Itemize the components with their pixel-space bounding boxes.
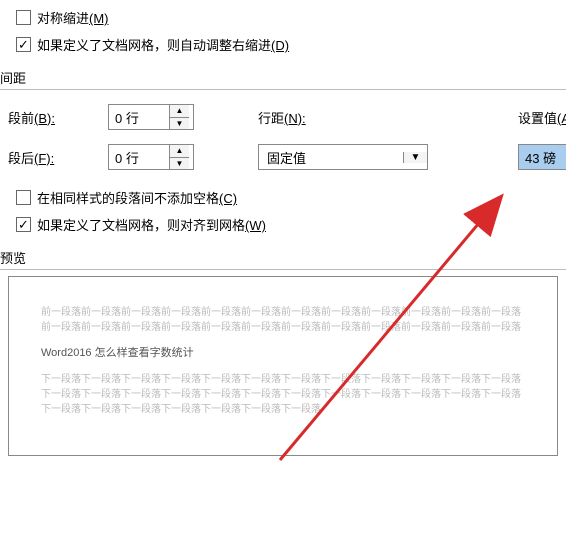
spin-up-icon[interactable]: ▲ (170, 145, 189, 158)
no-space-same-style-option[interactable]: 在相同样式的段落间不添加空格(C) (8, 184, 558, 211)
spin-down-icon[interactable]: ▼ (170, 118, 189, 130)
option-label: 如果定义了文档网格，则自动调整右缩进(D) (37, 35, 289, 54)
option-label: 对称缩进(M) (37, 8, 109, 27)
checkbox-icon (16, 37, 31, 52)
chevron-down-icon: ▼ (403, 152, 427, 163)
line-spacing-select[interactable]: 固定值 ▼ (258, 144, 428, 170)
spacing-group-title: 间距 (0, 62, 566, 89)
checkbox-icon (16, 10, 31, 25)
spin-up-icon[interactable]: ▲ (170, 105, 189, 118)
auto-adjust-right-indent-option[interactable]: 如果定义了文档网格，则自动调整右缩进(D) (8, 31, 558, 58)
space-after-spinner[interactable]: ▲ ▼ (108, 144, 194, 170)
line-spacing-label: 行距(N): (258, 108, 358, 127)
mirror-indent-option[interactable]: 对称缩进(M) (8, 4, 558, 31)
select-value: 固定值 (259, 148, 403, 167)
preview-sample-text: Word2016 怎么样查看字数统计 (41, 345, 525, 362)
set-at-spinner[interactable]: ▲ ▼ (518, 144, 566, 170)
space-before-label: 段前(B): (8, 108, 108, 127)
preview-filler-before: 前一段落前一段落前一段落前一段落前一段落前一段落前一段落前一段落前一段落前一段落… (41, 305, 525, 335)
space-before-spinner[interactable]: ▲ ▼ (108, 104, 194, 130)
option-label: 如果定义了文档网格，则对齐到网格(W) (37, 215, 266, 234)
preview-box: 前一段落前一段落前一段落前一段落前一段落前一段落前一段落前一段落前一段落前一段落… (8, 276, 558, 456)
space-before-input[interactable] (109, 105, 169, 129)
snap-to-grid-option[interactable]: 如果定义了文档网格，则对齐到网格(W) (8, 211, 558, 238)
preview-filler-after: 下一段落下一段落下一段落下一段落下一段落下一段落下一段落下一段落下一段落下一段落… (41, 372, 525, 417)
preview-group-title: 预览 (0, 242, 566, 269)
set-at-input[interactable] (519, 145, 566, 169)
checkbox-icon (16, 217, 31, 232)
set-at-label: 设置值(A): (518, 108, 566, 127)
divider (0, 269, 566, 270)
space-after-input[interactable] (109, 145, 169, 169)
option-label: 在相同样式的段落间不添加空格(C) (37, 188, 237, 207)
space-after-label: 段后(F): (8, 148, 108, 167)
checkbox-icon (16, 190, 31, 205)
spin-down-icon[interactable]: ▼ (170, 158, 189, 170)
